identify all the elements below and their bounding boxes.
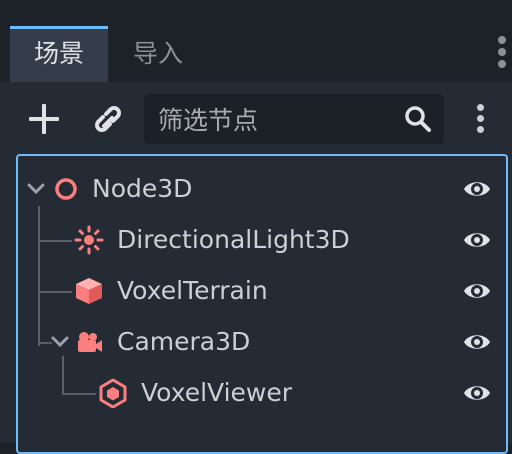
scene-tree: Node3D DirectionalLight3D VoxelTerrain C… — [16, 154, 508, 454]
visibility-eye-icon[interactable] — [462, 278, 492, 304]
voxel-viewer-icon — [99, 378, 127, 408]
plus-icon — [29, 104, 59, 134]
kebab-menu-icon[interactable] — [468, 100, 492, 140]
filter-nodes-search — [144, 94, 444, 146]
tab-scene[interactable]: 场景 — [10, 26, 108, 82]
editor-top-strip — [0, 0, 512, 26]
tree-node-label: DirectionalLight3D — [117, 225, 350, 254]
tree-row-node3d[interactable]: Node3D — [18, 164, 506, 214]
tree-node-label: VoxelViewer — [141, 378, 293, 407]
dock-tab-menu-icon[interactable] — [488, 32, 512, 76]
visibility-eye-icon[interactable] — [462, 380, 492, 406]
link-icon — [95, 106, 121, 132]
tree-row-voxelterrain[interactable]: VoxelTerrain — [18, 266, 506, 316]
tree-row-directionallight3d[interactable]: DirectionalLight3D — [18, 215, 506, 265]
chevron-down-icon[interactable] — [50, 332, 70, 352]
chevron-down-icon[interactable] — [26, 179, 46, 199]
filter-nodes-input[interactable] — [156, 94, 400, 146]
visibility-eye-icon[interactable] — [462, 329, 492, 355]
camera-icon — [78, 332, 102, 352]
cube-icon — [76, 278, 102, 304]
tree-row-voxelviewer[interactable]: VoxelViewer — [18, 368, 506, 418]
sun-light-icon — [74, 225, 104, 255]
search-icon[interactable] — [404, 105, 432, 133]
tab-import[interactable]: 导入 — [108, 26, 208, 82]
dock-tab-bar: 场景 导入 — [0, 26, 512, 82]
tree-node-label: Camera3D — [117, 327, 251, 356]
add-node-button[interactable] — [24, 96, 64, 142]
visibility-eye-icon[interactable] — [462, 227, 492, 253]
tree-node-label: VoxelTerrain — [117, 276, 268, 305]
tree-row-camera3d[interactable]: Camera3D — [18, 317, 506, 367]
visibility-eye-icon[interactable] — [462, 176, 492, 202]
instantiate-scene-button[interactable] — [88, 96, 128, 142]
tree-node-label: Node3D — [92, 174, 193, 203]
node3d-circle-icon — [55, 178, 77, 200]
